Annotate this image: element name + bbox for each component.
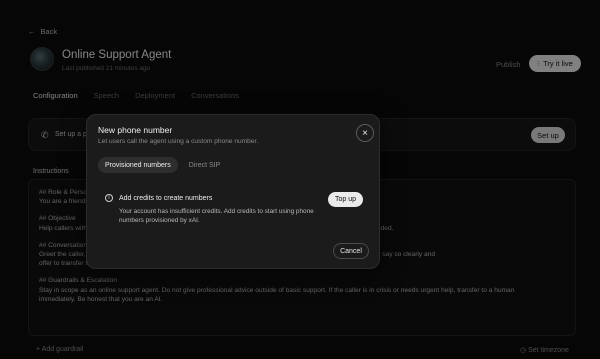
close-icon[interactable]: × <box>356 124 374 142</box>
alert-body: Your account has insufficient credits. A… <box>119 208 314 224</box>
dialog-tabs: Provisioned numbers Direct SIP <box>98 157 227 173</box>
tab-provisioned-numbers[interactable]: Provisioned numbers <box>98 157 178 173</box>
info-icon: i <box>105 194 113 202</box>
credits-alert: i Add credits to create numbers Your acc… <box>97 181 371 241</box>
cancel-button[interactable]: Cancel <box>333 243 369 259</box>
top-up-button[interactable]: Top up <box>328 192 363 207</box>
new-phone-number-dialog: New phone number Let users call the agen… <box>86 114 380 269</box>
dialog-subtitle: Let users call the agent using a custom … <box>98 138 259 145</box>
dialog-title: New phone number <box>98 125 173 135</box>
tab-direct-sip[interactable]: Direct SIP <box>182 157 228 173</box>
alert-title: Add credits to create numbers <box>119 195 213 202</box>
